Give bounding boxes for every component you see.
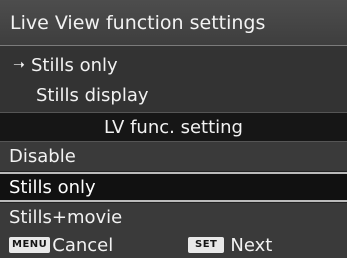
set-key-icon: SET [188,237,225,253]
menu-title: Live View function settings [0,0,347,46]
section-header: LV func. setting [0,112,347,142]
arrow-right-icon: ➝ [13,57,25,73]
next-label: Next [230,234,273,256]
option-label: Stills+movie [9,207,123,228]
camera-menu-screen: Live View function settings ➝ Stills onl… [0,0,347,258]
menu-title-text: Live View function settings [10,11,266,34]
option-disable[interactable]: Disable [0,142,347,172]
menu-key-icon: MENU [9,237,51,253]
option-stills-movie[interactable]: Stills+movie [0,202,347,232]
cancel-button[interactable]: MENU Cancel [9,232,113,258]
current-setting-line-2: Stills display [36,82,149,108]
section-header-label: LV func. setting [104,116,243,138]
option-label: Disable [9,146,76,167]
footer-bar: MENU Cancel SET Next [0,232,347,258]
next-button[interactable]: SET Next [188,232,272,258]
option-stills-only[interactable]: Stills only [0,172,347,202]
cancel-label: Cancel [52,234,114,256]
current-setting-line-1: ➝ Stills only [10,52,118,78]
current-setting-panel: ➝ Stills only Stills display [0,46,347,112]
current-setting-value: Stills only [31,54,118,76]
current-setting-subvalue: Stills display [36,84,149,106]
option-label: Stills only [9,176,96,198]
